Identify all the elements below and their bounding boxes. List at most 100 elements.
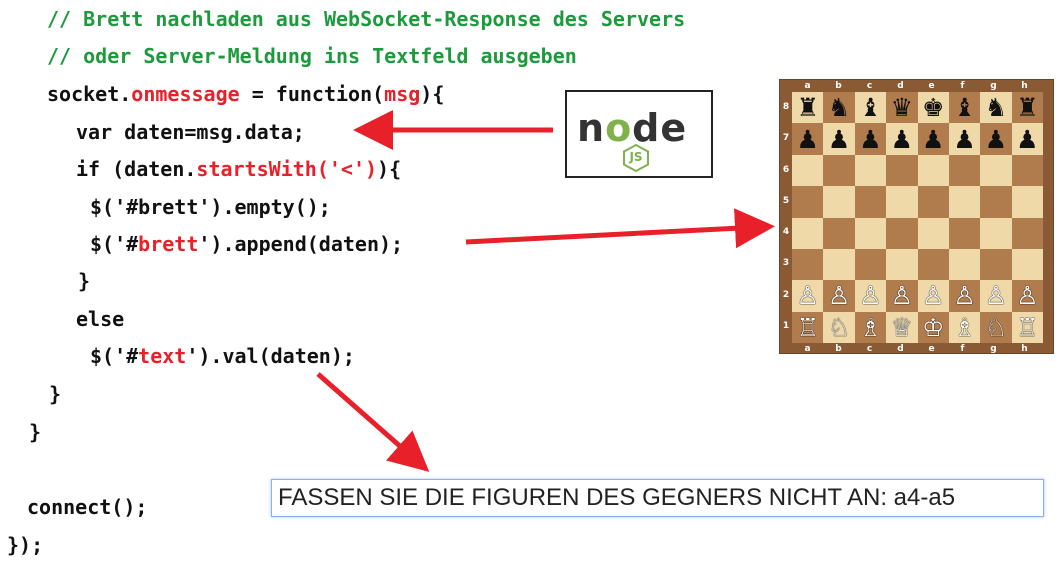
board-square: ♚ bbox=[917, 92, 949, 124]
board-square: ♙ bbox=[980, 280, 1012, 312]
code-line-var-daten: var daten=msg.data; bbox=[76, 120, 305, 144]
board-square: ♗ bbox=[948, 311, 981, 343]
board-square: ♘ bbox=[980, 311, 1012, 343]
board-square bbox=[886, 186, 918, 218]
code-line-socket-onmessage: socket.onmessage = function(msg){ bbox=[47, 82, 444, 106]
board-square bbox=[917, 217, 949, 249]
chess-board: abcdefgh 87654321 ♜ ♞ ♝ ♛ ♚ ♝ ♞ ♜ ♟ ♟ ♟ ♟ ♟ ♟ ♟ ♟ ♙ ♙ ♙ ♙ ♙ ♙… bbox=[779, 79, 1054, 354]
board-square: ♘ bbox=[823, 311, 855, 343]
board-square: ♖ bbox=[792, 311, 824, 343]
board-file-labels-bottom: abcdefgh bbox=[804, 344, 1028, 354]
code-token: ').val(daten); bbox=[186, 344, 355, 368]
board-square bbox=[854, 217, 887, 249]
board-squares: ♜ ♞ ♝ ♛ ♚ ♝ ♞ ♜ ♟ ♟ ♟ ♟ ♟ ♟ ♟ ♟ ♙ ♙ ♙ ♙ ♙ ♙ ♙ ♙ ♖ ♘ ♗ ♕ ♔ ♗ ♘ ♖ bbox=[792, 92, 1043, 343]
board-square bbox=[917, 248, 949, 281]
nodejs-logo: node JS bbox=[565, 90, 713, 178]
code-token: ){ bbox=[420, 82, 445, 106]
code-token-brett: brett bbox=[138, 232, 199, 256]
board-square: ♝ bbox=[854, 92, 887, 124]
board-square bbox=[886, 248, 918, 281]
board-square: ♟ bbox=[886, 123, 918, 155]
board-square: ♙ bbox=[792, 280, 824, 312]
board-square bbox=[980, 186, 1012, 218]
board-square: ♙ bbox=[886, 280, 918, 312]
code-line-if: if (daten.startsWith('<')){ bbox=[76, 157, 401, 181]
board-square bbox=[980, 248, 1012, 281]
board-square: ♙ bbox=[823, 280, 855, 312]
board-square bbox=[823, 248, 855, 281]
board-square: ♟ bbox=[948, 123, 981, 155]
code-line-empty: $('#brett').empty(); bbox=[90, 195, 331, 219]
board-square bbox=[823, 217, 855, 249]
board-square: ♜ bbox=[1011, 92, 1043, 124]
code-line-close-if: } bbox=[78, 269, 91, 293]
board-square bbox=[792, 217, 824, 249]
board-square: ♙ bbox=[917, 280, 949, 312]
code-token: ').append(daten); bbox=[198, 232, 404, 256]
board-square bbox=[948, 154, 981, 187]
board-square: ♟ bbox=[1011, 123, 1043, 155]
board-square bbox=[792, 248, 824, 281]
code-token: = function( bbox=[239, 82, 385, 106]
board-square bbox=[917, 154, 949, 187]
code-line-else: else bbox=[76, 307, 125, 331]
code-line-close-outer: } bbox=[29, 420, 42, 444]
code-line-connect: connect(); bbox=[27, 495, 148, 519]
code-token-startswith: startsWith('<') bbox=[196, 157, 378, 181]
board-square: ♙ bbox=[854, 280, 887, 312]
board-square bbox=[948, 248, 981, 281]
code-token-onmessage: onmessage bbox=[131, 82, 240, 106]
board-square bbox=[886, 217, 918, 249]
arrow-text-to-field bbox=[316, 372, 430, 472]
board-square: ♟ bbox=[917, 123, 949, 155]
board-square: ♖ bbox=[1011, 311, 1043, 343]
board-square bbox=[854, 154, 887, 187]
code-token-text: text bbox=[138, 344, 187, 368]
board-square bbox=[854, 186, 887, 218]
code-comment-line-1: // Brett nachladen aus WebSocket-Respons… bbox=[47, 7, 686, 31]
board-square: ♔ bbox=[917, 311, 949, 343]
server-message-text-field[interactable] bbox=[271, 479, 1044, 517]
board-rank-labels: 87654321 bbox=[782, 102, 790, 332]
code-token: $('# bbox=[90, 232, 139, 256]
board-square bbox=[980, 154, 1012, 187]
board-square bbox=[886, 154, 918, 187]
board-square bbox=[948, 217, 981, 249]
board-square: ♟ bbox=[792, 123, 824, 155]
code-token: socket. bbox=[47, 82, 132, 106]
board-square: ♟ bbox=[823, 123, 855, 155]
board-square bbox=[1011, 186, 1043, 218]
board-square bbox=[948, 186, 981, 218]
board-square: ♙ bbox=[1011, 280, 1043, 312]
board-square bbox=[792, 186, 824, 218]
board-square: ♕ bbox=[886, 311, 918, 343]
code-comment-line-2: // oder Server-Meldung ins Textfeld ausg… bbox=[47, 44, 577, 68]
board-square: ♞ bbox=[980, 92, 1012, 124]
code-token: $('# bbox=[90, 344, 139, 368]
board-square: ♜ bbox=[792, 92, 824, 124]
board-square bbox=[1011, 217, 1043, 249]
board-square bbox=[792, 154, 824, 187]
board-square: ♟ bbox=[980, 123, 1012, 155]
board-square bbox=[917, 186, 949, 218]
board-square: ♟ bbox=[854, 123, 887, 155]
board-square bbox=[823, 154, 855, 187]
board-square: ♗ bbox=[854, 311, 887, 343]
board-square bbox=[980, 217, 1012, 249]
board-square: ♛ bbox=[886, 92, 918, 124]
code-token: ){ bbox=[377, 157, 402, 181]
board-square bbox=[1011, 154, 1043, 187]
board-square bbox=[1011, 248, 1043, 281]
code-token: if (daten. bbox=[76, 157, 197, 181]
code-line-close-fn: } bbox=[49, 382, 62, 406]
board-square: ♝ bbox=[948, 92, 981, 124]
arrow-append-to-board bbox=[465, 208, 775, 249]
board-square: ♙ bbox=[948, 280, 981, 312]
board-square bbox=[823, 186, 855, 218]
board-square: ♞ bbox=[823, 92, 855, 124]
js-hexagon-icon: JS bbox=[623, 143, 649, 173]
code-line-append: $('#brett').append(daten); bbox=[90, 232, 403, 256]
board-file-labels-top: abcdefgh bbox=[804, 81, 1028, 91]
code-token-msg: msg bbox=[384, 82, 421, 106]
code-line-val: $('#text').val(daten); bbox=[90, 344, 355, 368]
